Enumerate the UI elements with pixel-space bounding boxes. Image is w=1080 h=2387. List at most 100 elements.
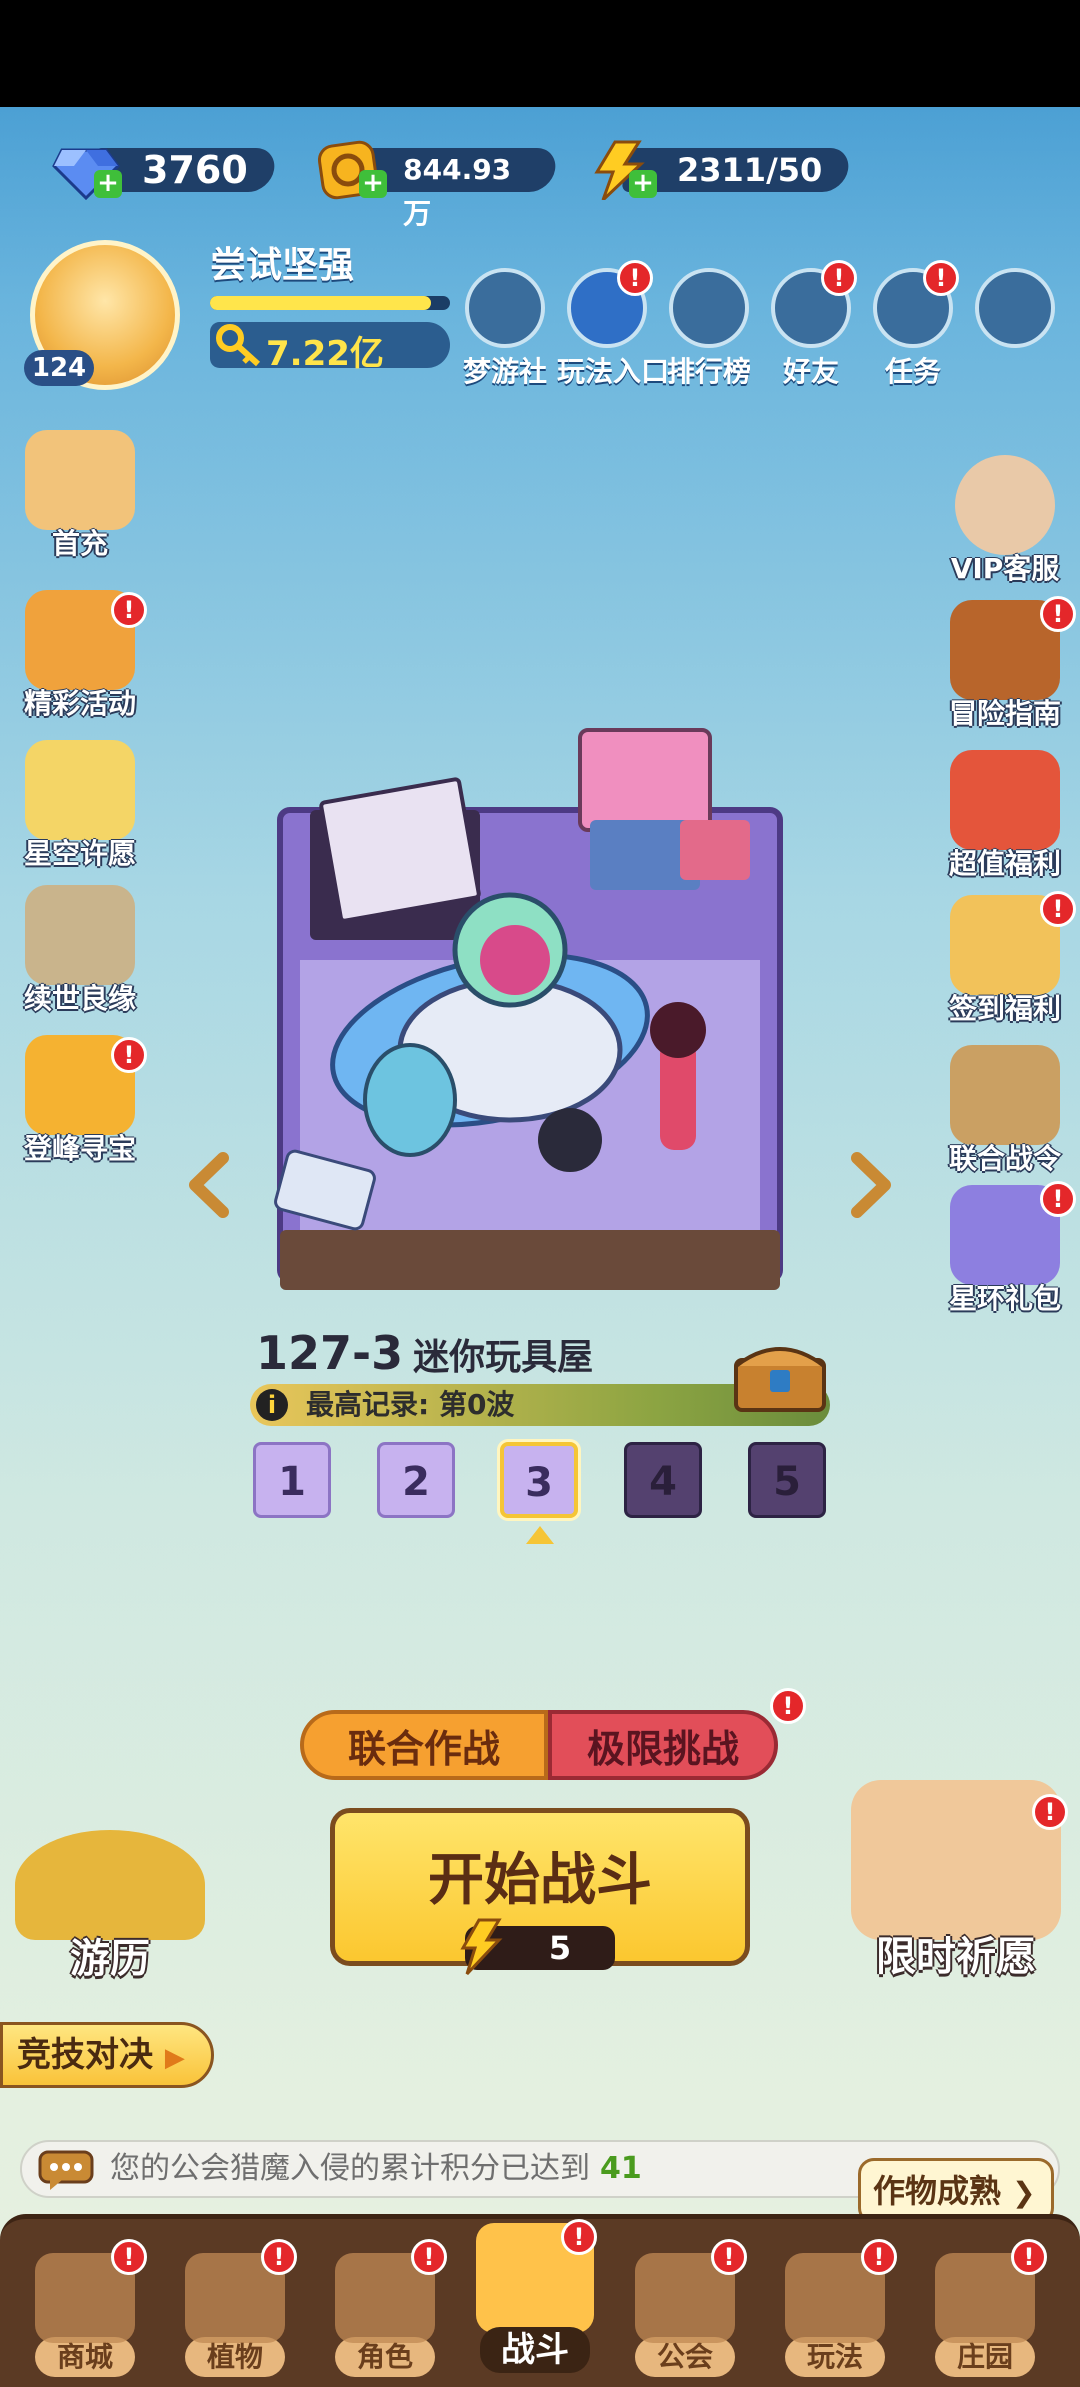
chat-bubble-icon <box>38 2150 94 2190</box>
notification-badge-icon: ! <box>111 2239 147 2275</box>
travel-label: 游历 <box>70 1936 150 1982</box>
previous-level-arrow-icon[interactable] <box>185 1150 235 1220</box>
star-ring-pack-button[interactable]: 星环礼包 ! <box>930 1181 1080 1325</box>
tab-guild-label: 公会 <box>635 2337 735 2377</box>
star-ring-pack-label: 星环礼包 <box>948 1282 1061 1315</box>
friends-label: 好友 <box>782 355 839 388</box>
level-name: 迷你玩具屋 <box>413 1337 594 1378</box>
player-name: 尝试坚强 <box>210 245 355 286</box>
value-welfare-label: 超值福利 <box>948 847 1061 880</box>
notification-badge-icon: ! <box>923 260 959 296</box>
friends-button[interactable]: 好友 ! <box>761 260 861 388</box>
notification-badge-icon: ! <box>111 592 147 628</box>
tab-gameplay[interactable]: 玩法 ! <box>765 2239 905 2387</box>
notification-badge-icon: ! <box>1011 2239 1047 2275</box>
leaderboard-button[interactable]: 排行榜 <box>659 268 759 388</box>
gold-treasure-icon <box>15 1830 205 1940</box>
value-welfare-icon <box>950 750 1060 850</box>
stage-button-5[interactable]: 5 <box>748 1442 826 1518</box>
star-wish-button[interactable]: 星空许愿 <box>5 740 155 880</box>
stage-button-1[interactable]: 1 <box>253 1442 331 1518</box>
limited-wish-icon <box>851 1780 1061 1940</box>
stage-button-2[interactable]: 2 <box>377 1442 455 1518</box>
tab-battle[interactable]: 战斗 ! <box>465 2209 605 2387</box>
dream-club-button[interactable]: 梦游社 <box>455 268 555 388</box>
player-avatar-frame[interactable]: 124 <box>18 230 208 410</box>
battle-pass-label: 联合战令 <box>948 1142 1061 1175</box>
value-welfare-button[interactable]: 超值福利 <box>930 750 1080 890</box>
peak-treasure-button[interactable]: 登峰寻宝 ! <box>5 1035 155 1175</box>
stage-button-3[interactable]: 3 <box>500 1442 578 1518</box>
crops-ripe-label: 作物成熟 <box>873 2172 1002 2210</box>
chevron-right-icon: ❯ <box>1012 2176 1036 2209</box>
notification-badge-icon: ! <box>711 2239 747 2275</box>
notification-badge-icon: ! <box>617 260 653 296</box>
adventure-guide-label: 冒险指南 <box>948 697 1061 730</box>
notification-badge-icon: ! <box>861 2239 897 2275</box>
vip-service-label: VIP客服 <box>950 552 1060 585</box>
treasure-chest-icon[interactable] <box>730 1336 830 1416</box>
tasks-label: 任务 <box>884 355 941 388</box>
gold-currency[interactable]: 844.93万 + <box>315 140 559 230</box>
guild-notice-text: 您的公会猎魔入侵的累计积分已达到 <box>110 2151 590 2186</box>
gameplay-entry-button[interactable]: 玩法入口 ! <box>557 260 669 388</box>
notification-badge-icon: ! <box>1040 1181 1076 1217</box>
add-energy-icon[interactable]: + <box>629 170 657 198</box>
tab-battle-label: 战斗 <box>480 2327 590 2373</box>
tab-manor-label: 庄园 <box>935 2337 1035 2377</box>
add-gold-icon[interactable]: + <box>359 170 387 198</box>
guild-notice-value: 41 <box>600 2151 642 2186</box>
energy-cost-value: 5 <box>548 1929 572 1967</box>
start-battle-button[interactable]: 开始战斗 5 <box>330 1808 750 1976</box>
bottom-navigation: 商城 ! 植物 ! 角色 ! 战斗 ! 公会 ! 玩法 ! 庄园 ! <box>0 2214 1080 2387</box>
notification-badge-icon: ! <box>821 260 857 296</box>
battle-pass-button[interactable]: 联合战令 <box>930 1045 1080 1185</box>
travel-button[interactable]: 游历 <box>10 1830 210 1984</box>
first-recharge-icon <box>25 430 135 530</box>
info-icon: i <box>256 1389 288 1421</box>
continued-fate-button[interactable]: 续世良缘 <box>5 885 155 1025</box>
more-menu-button[interactable] <box>965 268 1065 378</box>
notification-badge-icon: ! <box>770 1688 806 1724</box>
tab-characters[interactable]: 角色 ! <box>315 2239 455 2387</box>
tab-characters-label: 角色 <box>335 2337 435 2377</box>
lightning-icon <box>460 1918 503 1976</box>
power-display: 7.22亿 <box>210 322 450 374</box>
battle-pass-icon <box>950 1045 1060 1145</box>
stage-button-4[interactable]: 4 <box>624 1442 702 1518</box>
tab-plants[interactable]: 植物 ! <box>165 2239 305 2387</box>
tab-plants-label: 植物 <box>185 2337 285 2377</box>
first-recharge-button[interactable]: 首充 <box>5 430 155 570</box>
add-diamond-icon[interactable]: + <box>94 170 122 198</box>
extreme-challenge-button[interactable]: 极限挑战 <box>548 1710 778 1780</box>
level-title: 127-3 迷你玩具屋 <box>256 1326 593 1380</box>
vip-service-button[interactable]: VIP客服 <box>930 455 1080 595</box>
adventure-guide-button[interactable]: 冒险指南 ! <box>930 596 1080 740</box>
sign-in-welfare-label: 签到福利 <box>948 992 1061 1025</box>
tasks-button[interactable]: 任务 ! <box>863 260 963 388</box>
diamond-currency[interactable]: 3760 + <box>50 140 290 200</box>
notification-badge-icon: ! <box>411 2239 447 2275</box>
tab-manor[interactable]: 庄园 ! <box>915 2239 1055 2387</box>
key-icon <box>216 324 261 367</box>
tab-guild[interactable]: 公会 ! <box>615 2239 755 2387</box>
arena-duel-button[interactable]: 竞技对决 ▶ <box>0 2022 214 2088</box>
next-level-arrow-icon[interactable] <box>845 1150 895 1220</box>
dream-club-label: 梦游社 <box>462 355 547 388</box>
tab-shop[interactable]: 商城 ! <box>15 2239 155 2387</box>
power-value: 7.22亿 <box>266 334 384 374</box>
dream-club-icon <box>465 268 545 348</box>
play-arrow-icon: ▶ <box>164 2043 185 2073</box>
energy-currency[interactable]: 2311/50 + <box>585 140 853 200</box>
first-recharge-label: 首充 <box>51 527 108 560</box>
peak-treasure-label: 登峰寻宝 <box>23 1132 136 1165</box>
energy-count: 2311/50 <box>677 151 823 189</box>
coop-battle-button[interactable]: 联合作战 <box>300 1710 548 1780</box>
sign-in-welfare-button[interactable]: 签到福利 ! <box>930 891 1080 1035</box>
limited-wish-button[interactable]: 限时祈愿 ! <box>836 1780 1076 1982</box>
gold-count: 844.93万 <box>403 153 512 230</box>
tab-gameplay-label: 玩法 <box>785 2337 885 2377</box>
limited-wish-label: 限时祈愿 <box>876 1934 1036 1980</box>
events-button[interactable]: 精彩活动 ! <box>5 590 155 730</box>
start-battle-label: 开始战斗 <box>428 1848 652 1913</box>
